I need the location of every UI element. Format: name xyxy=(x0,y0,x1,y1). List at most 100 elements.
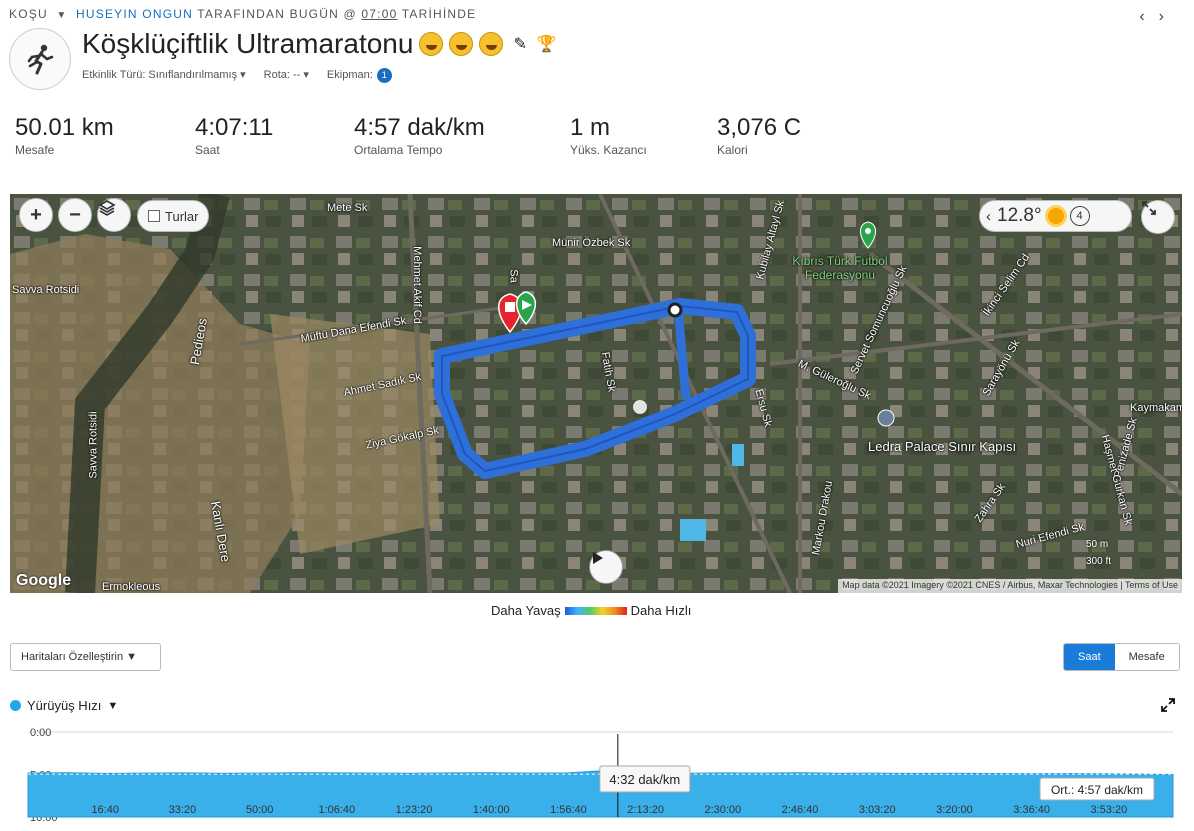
weather-prev-icon[interactable]: ‹ xyxy=(986,208,991,225)
x-tick-label: 1:56:40 xyxy=(550,804,587,816)
edit-pencil-icon[interactable]: ✎ xyxy=(513,34,526,54)
next-activity-icon[interactable]: › xyxy=(1159,8,1178,25)
x-tick-label: 3:36:40 xyxy=(1013,804,1050,816)
chevron-down-icon[interactable]: ▼ xyxy=(107,700,118,712)
activity-type-dropdown[interactable]: Etkinlik Türü: Sınıflandırılmamış xyxy=(82,68,246,83)
pace-chart[interactable]: 0:005:0010:0016:4033:2050:001:06:401:23:… xyxy=(0,722,1194,831)
activity-time[interactable]: 07:00 xyxy=(361,7,397,21)
landmark-pin-icon[interactable] xyxy=(877,409,895,427)
x-tick-label: 50:00 xyxy=(246,804,274,816)
stat-label: Yüks. Kazancı xyxy=(570,143,647,157)
zoom-in-button[interactable]: + xyxy=(19,198,53,232)
stat-distance: 50.01 km Mesafe xyxy=(15,114,195,157)
equipment[interactable]: Ekipman: 1 xyxy=(327,68,392,83)
street-label: Mete Sk xyxy=(327,202,368,214)
map-fullscreen-button[interactable] xyxy=(1141,200,1175,234)
street-label: Ermokleous xyxy=(102,581,161,593)
map-layers-button[interactable] xyxy=(97,198,131,232)
chart-title-dropdown[interactable]: Yürüyüş Hızı xyxy=(27,698,101,713)
stat-label: Mesafe xyxy=(15,143,55,157)
stat-value: 50.01 km xyxy=(15,114,114,141)
lap-marker-icon[interactable] xyxy=(667,302,683,318)
x-tick-label: 3:03:20 xyxy=(859,804,896,816)
x-axis-toggle: Saat Mesafe xyxy=(1063,643,1180,671)
laughing-emoji-icon xyxy=(479,32,504,56)
expand-icon xyxy=(1142,201,1156,215)
stat-value: 4:57 dak/km xyxy=(354,114,485,141)
zoom-out-button[interactable]: − xyxy=(58,198,92,232)
laps-checkbox[interactable] xyxy=(148,210,160,222)
previous-activity-icon[interactable]: ‹ xyxy=(1139,8,1158,25)
stat-value: 4:07:11 xyxy=(195,114,274,141)
stat-label: Ortalama Tempo xyxy=(354,143,443,157)
poi-label[interactable]: Ledra Palace Sınır Kapısı xyxy=(868,439,1016,454)
laps-toggle[interactable]: Turlar xyxy=(137,200,210,232)
x-tick-label: 33:20 xyxy=(169,804,197,816)
x-tick-label: 3:53:20 xyxy=(1090,804,1127,816)
stat-value: 1 m xyxy=(570,114,611,141)
distance-toggle-button[interactable]: Mesafe xyxy=(1114,644,1179,670)
laps-label: Turlar xyxy=(165,208,199,224)
stat-label: Kalori xyxy=(717,143,748,157)
stat-elevation-gain: 1 m Yüks. Kazancı xyxy=(570,114,717,157)
laughing-emoji-icon xyxy=(419,32,444,56)
activity-navigation: ‹› xyxy=(1139,8,1178,26)
laughing-emoji-icon xyxy=(449,32,474,56)
x-tick-label: 1:23:20 xyxy=(396,804,433,816)
google-logo: Google xyxy=(16,572,72,589)
stat-avg-pace: 4:57 dak/km Ortalama Tempo xyxy=(354,114,570,157)
hover-tooltip-text: 4:32 dak/km xyxy=(609,772,680,787)
route-map[interactable]: + − Turlar ‹ 12.8° 4 Mete Sk Münir Özbek… xyxy=(10,194,1182,593)
weather-widget[interactable]: ‹ 12.8° 4 xyxy=(979,200,1132,232)
stat-label: Saat xyxy=(195,143,220,157)
layers-icon xyxy=(98,200,116,216)
activity-type-link[interactable]: KOŞU xyxy=(9,7,48,21)
chart-header: Yürüyüş Hızı ▼ xyxy=(10,698,118,713)
activity-meta: Etkinlik Türü: Sınıflandırılmamış Rota: … xyxy=(82,68,392,83)
temperature: 12.8° xyxy=(997,205,1042,226)
street-label: Mehmet Akif Cd xyxy=(410,246,423,324)
poi-label[interactable]: Kıbrıs Türk Futbol Federasyonu xyxy=(780,254,900,282)
customize-maps-dropdown[interactable]: Haritaları Özelleştirin ▼ xyxy=(10,643,161,671)
scale-meters: 50 m xyxy=(1086,539,1109,550)
trophy-icon[interactable]: 🏆 xyxy=(537,34,557,54)
legend-fast-label: Daha Hızlı xyxy=(630,603,692,618)
x-tick-label: 1:06:40 xyxy=(318,804,355,816)
street-label: Sa xyxy=(507,269,520,283)
x-tick-label: 2:13:20 xyxy=(627,804,664,816)
stat-calories: 3,076 C Kalori xyxy=(717,114,897,157)
time-toggle-button[interactable]: Saat xyxy=(1064,644,1115,670)
position-marker-icon xyxy=(633,400,647,414)
expand-icon xyxy=(1161,698,1175,712)
stat-time: 4:07:11 Saat xyxy=(195,114,354,157)
activity-title[interactable]: Köşklüçiftlik Ultramaratonu xyxy=(82,28,413,60)
street-label: Savva Rotsidi xyxy=(87,411,100,479)
stat-value: 3,076 C xyxy=(717,114,802,141)
chart-expand-button[interactable] xyxy=(1161,698,1175,717)
user-link[interactable]: HUSEYIN ONGUN xyxy=(76,7,193,21)
map-attribution[interactable]: Map data ©2021 Imagery ©2021 CNES / Airb… xyxy=(838,579,1182,593)
street-label: Münir Özbek Sk xyxy=(552,237,631,249)
play-route-button[interactable] xyxy=(589,550,623,584)
breadcrumb: KOŞU ▼ HUSEYIN ONGUN TARAFINDAN BUGÜN @ … xyxy=(9,7,476,21)
x-tick-label: 16:40 xyxy=(91,804,119,816)
running-activity-icon xyxy=(9,28,71,90)
activity-type-caret-icon[interactable]: ▼ xyxy=(56,10,67,21)
satellite-imagery xyxy=(10,194,1182,593)
legend-slow-label: Daha Yavaş xyxy=(491,603,561,618)
x-tick-label: 2:46:40 xyxy=(782,804,819,816)
summary-stats: 50.01 km Mesafe 4:07:11 Saat 4:57 dak/km Or… xyxy=(15,114,897,157)
series-dot-icon xyxy=(10,700,21,711)
customize-maps-label: Haritaları Özelleştirin xyxy=(21,651,124,663)
x-tick-label: 3:20:00 xyxy=(936,804,973,816)
equipment-count-badge[interactable]: 1 xyxy=(376,68,392,83)
wind-direction-icon: 4 xyxy=(1069,206,1090,226)
breadcrumb-middle-text: TARAFINDAN BUGÜN @ xyxy=(197,7,357,21)
scale-feet: 300 ft xyxy=(1086,556,1112,567)
y-tick-label: 0:00 xyxy=(30,727,51,739)
breadcrumb-suffix-text: TARİHİNDE xyxy=(401,7,477,21)
route-dropdown[interactable]: Rota: -- xyxy=(264,68,309,83)
activity-title-row: Köşklüçiftlik Ultramaratonu ✎ 🏆 xyxy=(82,28,557,60)
chevron-down-icon: ▼ xyxy=(123,651,138,663)
sun-icon xyxy=(1047,208,1064,224)
